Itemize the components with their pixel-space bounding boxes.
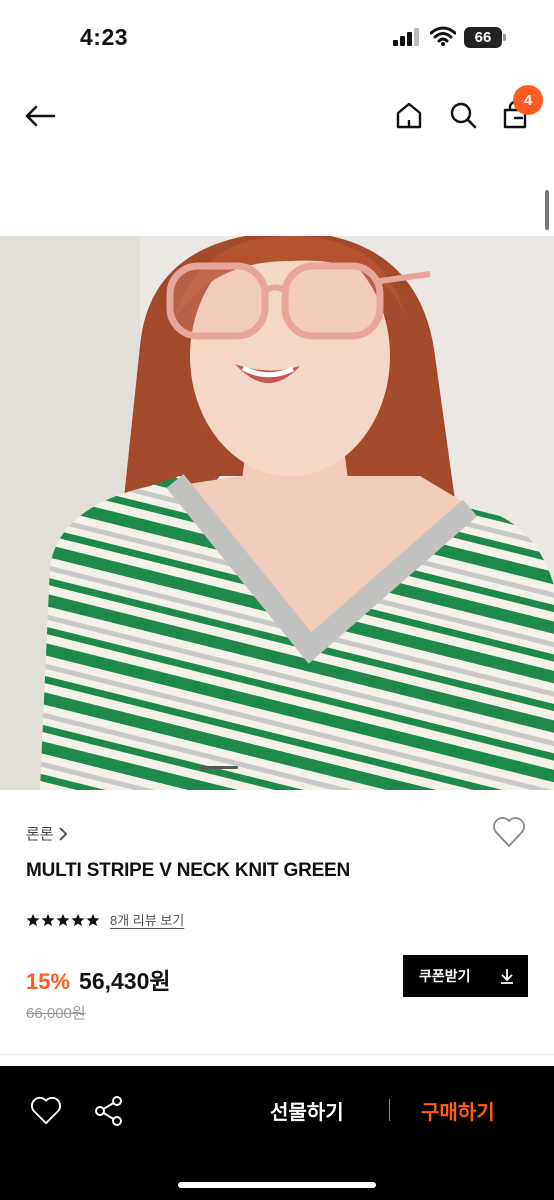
divider <box>0 1054 554 1055</box>
home-button[interactable] <box>390 96 428 134</box>
brand-name: 론론 <box>26 826 54 843</box>
brand-link[interactable]: 론론 <box>26 823 68 844</box>
bar-separator <box>389 1099 390 1121</box>
download-icon <box>501 969 513 984</box>
search-button[interactable] <box>444 96 482 134</box>
original-price: 66,000원 <box>26 1005 86 1022</box>
star-icon <box>86 913 100 926</box>
discount-rate: 15% <box>26 969 71 994</box>
back-button[interactable] <box>20 96 60 136</box>
heart-icon <box>31 1096 61 1125</box>
share-button[interactable] <box>94 1095 124 1127</box>
home-icon <box>396 102 422 129</box>
app-header <box>0 76 554 156</box>
price-row: 15% 56,430원 <box>26 962 171 996</box>
bottom-action-bar: 선물하기 구매하기 <box>0 1066 554 1200</box>
buy-button[interactable]: 구매하기 <box>421 1096 495 1125</box>
share-icon <box>95 1096 122 1126</box>
coupon-label: 쿠폰받기 <box>419 968 471 984</box>
wishlist-button[interactable] <box>492 816 528 850</box>
home-indicator <box>178 1182 376 1188</box>
star-icon <box>41 913 55 926</box>
product-info: 론론 MULTI STRIPE V NECK KNIT GREEN 8개 리뷰 … <box>0 790 554 1055</box>
sale-price: 56,430원 <box>79 968 171 994</box>
status-bar: 4:23 66 <box>0 0 554 76</box>
star-icon <box>71 913 85 926</box>
rating: 8개 리뷰 보기 <box>26 910 184 929</box>
signal-icon <box>393 28 419 46</box>
rating-stars <box>26 913 100 927</box>
battery-icon: 66 <box>464 27 506 48</box>
wifi-icon <box>430 26 456 46</box>
gift-button[interactable]: 선물하기 <box>270 1096 344 1125</box>
heart-icon <box>493 817 525 847</box>
bottom-wishlist-button[interactable] <box>30 1096 64 1128</box>
product-title: MULTI STRIPE V NECK KNIT GREEN <box>26 860 351 881</box>
search-icon <box>450 102 477 129</box>
arrow-left-icon <box>25 105 56 127</box>
battery-level: 66 <box>464 27 502 48</box>
product-photo <box>0 236 554 790</box>
status-time: 4:23 <box>80 24 129 50</box>
carousel-indicator <box>200 766 238 769</box>
scroll-indicator <box>545 190 549 230</box>
star-icon <box>56 913 70 926</box>
review-link[interactable]: 8개 리뷰 보기 <box>110 910 184 929</box>
chevron-right-icon <box>58 826 67 841</box>
star-icon <box>26 913 40 926</box>
cart-count-badge: 4 <box>513 85 543 115</box>
coupon-button[interactable]: 쿠폰받기 <box>403 955 528 997</box>
product-image[interactable] <box>0 236 554 790</box>
